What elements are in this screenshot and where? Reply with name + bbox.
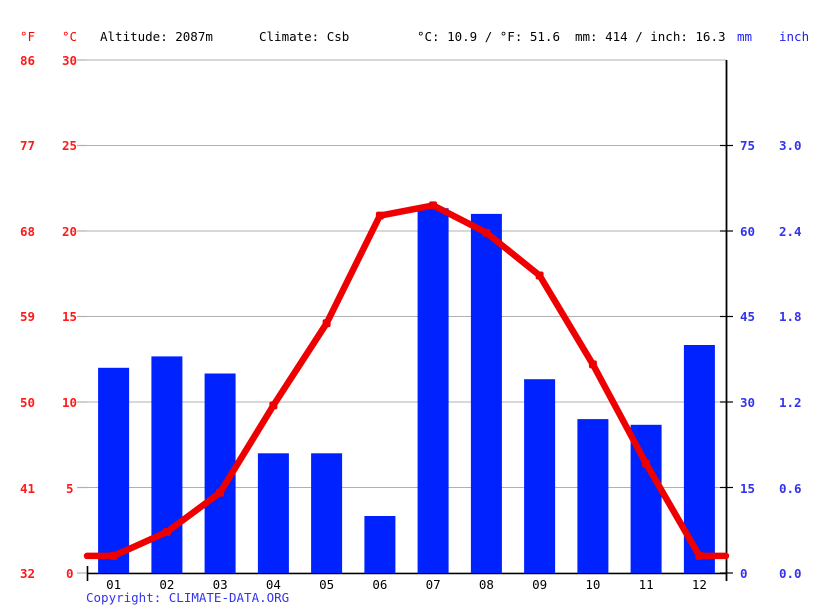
month-label: 09 xyxy=(532,577,548,592)
month-label: 10 xyxy=(585,577,601,592)
month-label: 08 xyxy=(478,577,494,592)
precipitation-bar xyxy=(364,516,396,573)
temperature-point xyxy=(269,401,278,410)
month-label: 07 xyxy=(425,577,441,592)
climate-chart: °F °C Altitude: 2087m Climate: Csb °C: 1… xyxy=(0,0,815,611)
left-axis-ticks xyxy=(77,59,87,574)
temperature-point xyxy=(429,201,438,210)
temperature-point xyxy=(109,551,118,560)
temperature-point xyxy=(375,211,384,220)
temperature-line xyxy=(83,202,730,560)
temperature-point xyxy=(162,528,171,536)
precipitation-bar xyxy=(577,419,609,573)
plot-area xyxy=(77,59,733,581)
temperature-point xyxy=(642,459,651,468)
temperature-point xyxy=(482,228,491,237)
temperature-point xyxy=(535,271,544,280)
temperature-point xyxy=(695,551,704,560)
temperature-point xyxy=(588,360,597,369)
month-label: 05 xyxy=(319,577,335,592)
gridlines xyxy=(87,59,726,574)
precipitation-bar xyxy=(524,379,556,573)
precipitation-bar xyxy=(417,208,449,573)
precipitation-bar xyxy=(151,356,183,573)
month-label: 06 xyxy=(372,577,388,592)
precipitation-bar xyxy=(98,367,130,573)
month-label: 11 xyxy=(638,577,654,592)
temperature-point xyxy=(216,488,225,497)
copyright-text: Copyright: CLIMATE-DATA.ORG xyxy=(86,590,290,605)
precipitation-bar xyxy=(311,453,343,573)
month-label: 12 xyxy=(691,577,707,592)
precipitation-bar xyxy=(257,453,289,573)
temperature-point xyxy=(322,319,331,328)
precipitation-bar xyxy=(470,213,502,573)
